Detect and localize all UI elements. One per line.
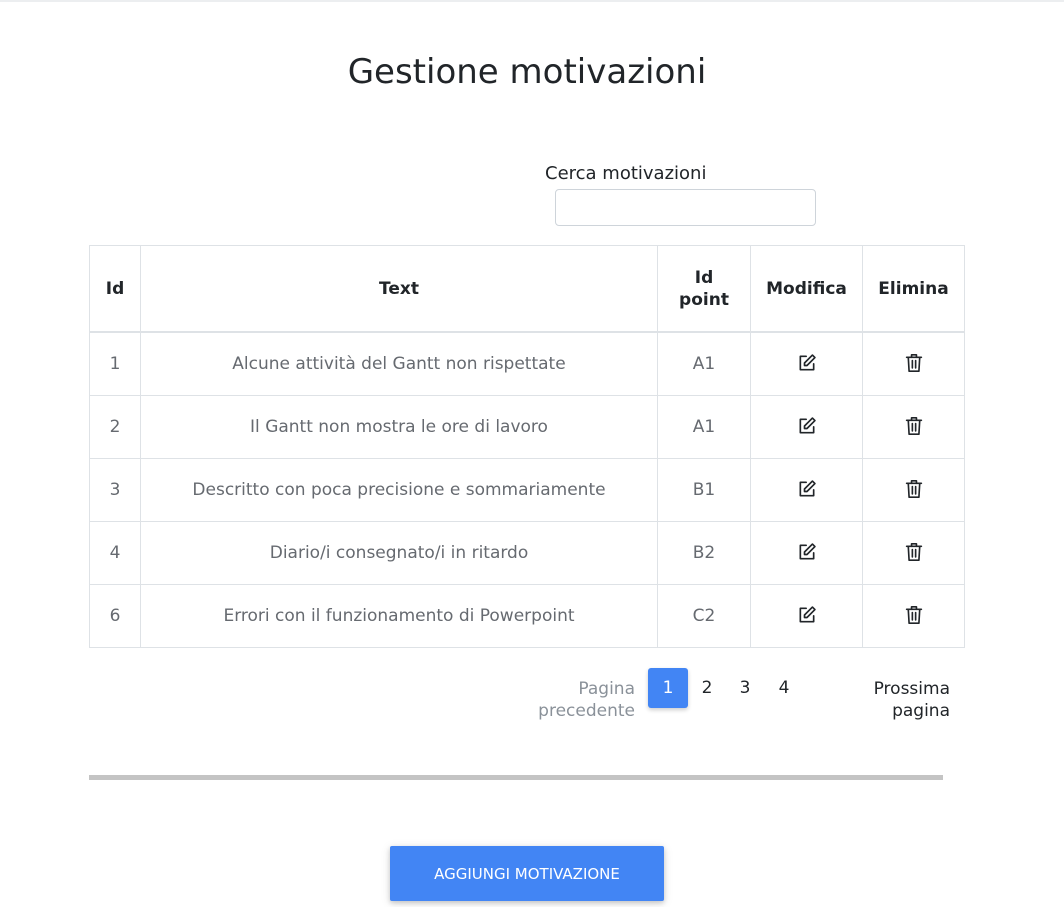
cell-id-point: A1 — [657, 395, 751, 459]
header-text: Text — [140, 245, 658, 333]
trash-icon[interactable] — [902, 540, 926, 564]
pagination: Pagina precedente 1 2 3 4 Prossima pagin… — [520, 668, 960, 724]
search-input[interactable] — [555, 189, 816, 226]
cell-text: Errori con il funzionamento di Powerpoin… — [140, 584, 658, 648]
table-row: 4 Diario/i consegnato/i in ritardo B2 — [89, 521, 965, 585]
header-edit: Modifica — [750, 245, 863, 333]
cell-edit — [750, 584, 863, 648]
cell-delete — [862, 521, 965, 585]
table-row: 3 Descritto con poca precisione e sommar… — [89, 458, 965, 522]
cell-edit — [750, 521, 863, 585]
edit-icon[interactable] — [795, 351, 819, 375]
edit-icon[interactable] — [795, 477, 819, 501]
cell-id: 1 — [89, 331, 141, 396]
page-4-button[interactable]: 4 — [764, 668, 804, 708]
cell-id-point: B1 — [657, 458, 751, 522]
cell-delete — [862, 458, 965, 522]
header-id: Id — [89, 245, 141, 333]
motivations-table: Id Text Id point Modifica Elimina 1 Alcu… — [89, 245, 965, 648]
edit-icon[interactable] — [795, 540, 819, 564]
pagination-next[interactable]: Prossima pagina — [850, 678, 950, 722]
cell-edit — [750, 395, 863, 459]
cell-id: 6 — [89, 584, 141, 648]
cell-delete — [862, 395, 965, 459]
cell-text: Alcune attività del Gantt non rispettate — [140, 331, 658, 396]
page-title: Gestione motivazioni — [347, 52, 707, 92]
header-delete: Elimina — [862, 245, 965, 333]
cell-id: 3 — [89, 458, 141, 522]
pagination-previous[interactable]: Pagina precedente — [520, 678, 635, 722]
trash-icon[interactable] — [902, 603, 926, 627]
cell-text: Il Gantt non mostra le ore di lavoro — [140, 395, 658, 459]
trash-icon[interactable] — [902, 351, 926, 375]
cell-id: 4 — [89, 521, 141, 585]
cell-edit — [750, 458, 863, 522]
trash-icon[interactable] — [902, 414, 926, 438]
cell-text: Descritto con poca precisione e sommaria… — [140, 458, 658, 522]
cell-delete — [862, 584, 965, 648]
edit-icon[interactable] — [795, 414, 819, 438]
table-row: 6 Errori con il funzionamento di Powerpo… — [89, 584, 965, 648]
divider — [89, 775, 943, 780]
cell-id-point: C2 — [657, 584, 751, 648]
header-id-point-label: Id point — [679, 267, 729, 310]
cell-id-point: B2 — [657, 521, 751, 585]
cell-text: Diario/i consegnato/i in ritardo — [140, 521, 658, 585]
trash-icon[interactable] — [902, 477, 926, 501]
cell-id: 2 — [89, 395, 141, 459]
top-border — [0, 0, 1064, 2]
table-row: 1 Alcune attività del Gantt non rispetta… — [89, 331, 965, 396]
header-id-point: Id point — [657, 245, 751, 333]
edit-icon[interactable] — [795, 603, 819, 627]
table-row: 2 Il Gantt non mostra le ore di lavoro A… — [89, 395, 965, 459]
search-label: Cerca motivazioni — [545, 163, 707, 184]
cell-edit — [750, 331, 863, 396]
page-3-button[interactable]: 3 — [725, 668, 765, 708]
cell-id-point: A1 — [657, 331, 751, 396]
cell-delete — [862, 331, 965, 396]
page-2-button[interactable]: 2 — [687, 668, 727, 708]
add-motivation-button[interactable]: AGGIUNGI MOTIVAZIONE — [390, 846, 664, 901]
page-1-button[interactable]: 1 — [648, 668, 688, 708]
table-header-row: Id Text Id point Modifica Elimina — [89, 245, 965, 333]
